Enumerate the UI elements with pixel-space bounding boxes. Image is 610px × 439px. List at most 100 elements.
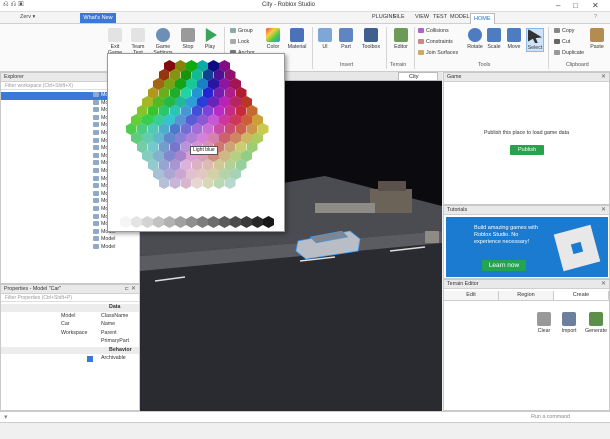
stop-button[interactable]: Stop: [180, 28, 196, 50]
property-section-header[interactable]: Data: [1, 304, 139, 312]
cut-button[interactable]: Cut: [554, 39, 570, 45]
property-row[interactable]: Model ClassName: [1, 313, 139, 321]
model-icon: [93, 206, 99, 212]
game-settings-button[interactable]: Game Settings: [152, 28, 174, 56]
gray-swatch[interactable]: [164, 216, 175, 228]
import-button[interactable]: Import: [559, 312, 579, 334]
move-icon: [507, 28, 521, 42]
terrain-editor-button[interactable]: Editor: [392, 28, 410, 50]
tab-region[interactable]: Region: [499, 291, 554, 300]
window-title: City - Roblox Studio: [262, 2, 316, 8]
command-bar[interactable]: Run a command ▾: [0, 411, 610, 422]
explorer-title: Explorer: [4, 74, 24, 80]
terrain-editor-panel: Terrain Editor ✕ Create Region Edit Gene…: [443, 279, 610, 411]
properties-close-icon[interactable]: ✕: [131, 285, 136, 294]
select-button[interactable]: Select: [526, 28, 544, 52]
tab-city[interactable]: City: [398, 72, 438, 81]
clear-button[interactable]: Clear: [534, 312, 554, 334]
paste-button[interactable]: Paste: [588, 28, 606, 50]
tab-create[interactable]: Create: [554, 291, 609, 300]
part-button[interactable]: Part: [338, 28, 354, 50]
color-button[interactable]: Color: [264, 28, 282, 50]
close-icon[interactable]: ✕: [592, 1, 599, 10]
rotate-button[interactable]: Rotate: [466, 28, 484, 50]
minimize-icon[interactable]: –: [556, 1, 560, 10]
property-section-header[interactable]: Behavior: [1, 346, 139, 354]
model-icon: [93, 152, 99, 158]
tab-home[interactable]: HOME: [470, 13, 495, 24]
publish-button[interactable]: Publish: [510, 145, 544, 155]
join-surfaces-icon: [418, 50, 424, 56]
material-icon: [290, 28, 304, 42]
gray-swatch[interactable]: [208, 216, 219, 228]
gray-swatch[interactable]: [175, 216, 186, 228]
explorer-row[interactable]: Model: [93, 244, 115, 252]
property-row[interactable]: PrimaryPart: [1, 338, 139, 346]
tab-plugins[interactable]: PLUGINS: [372, 14, 396, 20]
game-close-icon[interactable]: ✕: [601, 73, 606, 82]
ui-button[interactable]: UI: [318, 28, 332, 50]
property-value[interactable]: Model: [61, 313, 75, 321]
terrain-close-icon[interactable]: ✕: [601, 280, 606, 289]
collisions-icon: [418, 28, 424, 34]
play-button[interactable]: Play: [202, 28, 218, 50]
command-input[interactable]: Run a command: [531, 414, 570, 420]
constraints-toggle[interactable]: Constraints: [418, 39, 453, 45]
gray-swatch[interactable]: [131, 216, 142, 228]
tab-view[interactable]: VIEW: [415, 14, 429, 20]
model-icon: [93, 114, 99, 120]
model-icon: [93, 213, 99, 219]
property-row[interactable]: Car Name: [1, 321, 139, 329]
explorer-row[interactable]: Model: [93, 236, 115, 244]
copy-button[interactable]: Copy: [554, 28, 574, 34]
gray-swatch[interactable]: [142, 216, 153, 228]
color-swatch-grid: [108, 54, 286, 233]
scale-button[interactable]: Scale: [486, 28, 502, 50]
pin-icon[interactable]: ⊏: [125, 285, 129, 294]
model-icon: [93, 190, 99, 196]
learn-now-button[interactable]: Learn now: [482, 260, 526, 271]
gray-swatch[interactable]: [252, 216, 263, 228]
gray-swatch[interactable]: [241, 216, 252, 228]
tab-model[interactable]: MODEL: [450, 14, 470, 20]
tab-edit[interactable]: Edit: [444, 291, 499, 300]
building-roof: [378, 181, 406, 191]
gear-icon: [156, 28, 170, 42]
material-button[interactable]: Material: [286, 28, 308, 50]
gray-swatch[interactable]: [186, 216, 197, 228]
property-row[interactable]: Archivable: [1, 355, 139, 363]
property-row[interactable]: Workspace Parent: [1, 330, 139, 338]
gray-swatch[interactable]: [219, 216, 230, 228]
toolbox-button[interactable]: Toolbox: [360, 28, 382, 50]
property-value[interactable]: Workspace: [61, 330, 87, 338]
quick-access-toolbar[interactable]: ⎌⎌▣: [3, 1, 26, 9]
user-menu[interactable]: Zerv ▾: [20, 14, 35, 20]
command-dropdown-icon[interactable]: ▾: [4, 413, 8, 421]
properties-header: Properties - Model "Car" ⊏ ✕: [1, 285, 139, 294]
property-value[interactable]: Car: [61, 321, 70, 329]
whats-new-button[interactable]: What's New: [80, 13, 116, 23]
collisions-toggle[interactable]: Collisions: [418, 28, 449, 34]
rotate-icon: [468, 28, 482, 42]
gray-swatch[interactable]: [263, 216, 274, 228]
tutorials-close-icon[interactable]: ✕: [601, 206, 606, 215]
group-button[interactable]: Group: [230, 28, 253, 34]
maximize-icon[interactable]: □: [573, 1, 578, 10]
team-test-button[interactable]: Team Test: [128, 28, 148, 56]
model-icon: [93, 137, 99, 143]
help-icon[interactable]: ?: [594, 14, 597, 20]
archivable-checkbox[interactable]: [87, 356, 93, 362]
lock-button[interactable]: Lock: [230, 39, 249, 45]
gray-swatch[interactable]: [197, 216, 208, 228]
gray-swatch[interactable]: [230, 216, 241, 228]
generate-button[interactable]: Generate: [584, 312, 608, 334]
tab-test[interactable]: TEST: [433, 14, 447, 20]
move-button[interactable]: Move: [506, 28, 522, 50]
properties-filter-input[interactable]: Filter Properties (Ctrl+Shift+P): [1, 294, 139, 302]
part-icon: [339, 28, 353, 42]
gray-swatch[interactable]: [153, 216, 164, 228]
duplicate-button[interactable]: Duplicate: [554, 50, 584, 56]
gray-swatch[interactable]: [120, 216, 131, 228]
join-surfaces-toggle[interactable]: Join Surfaces: [418, 50, 458, 56]
exit-game-button[interactable]: Exit Game: [106, 28, 124, 56]
